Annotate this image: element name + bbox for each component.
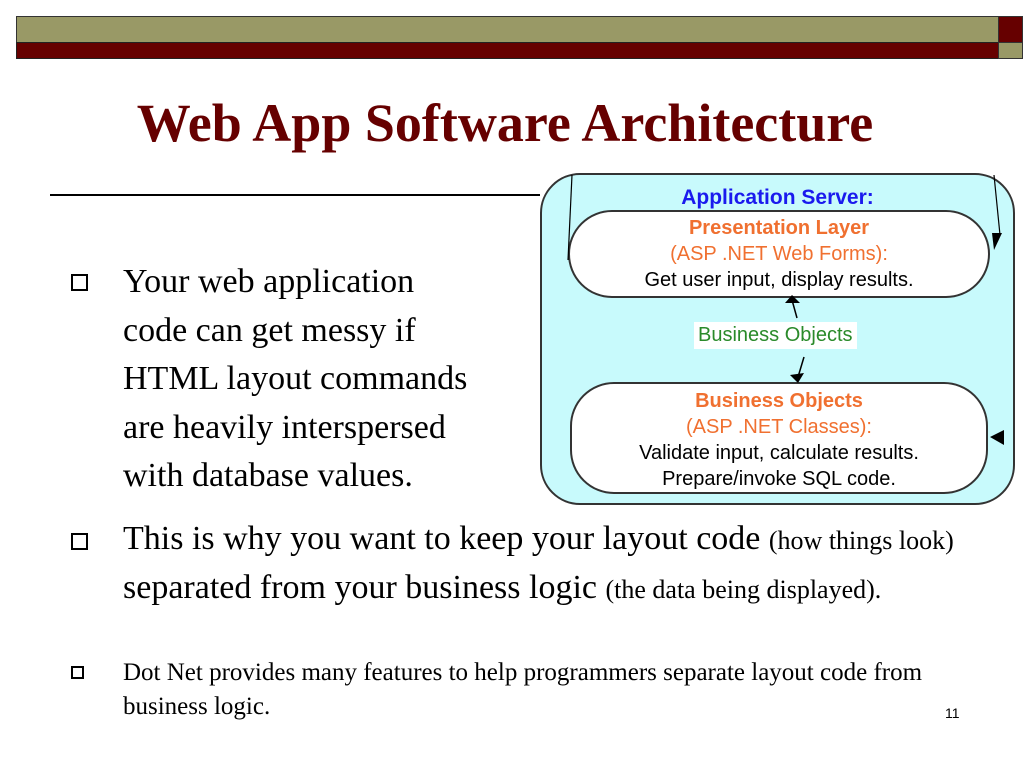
header-bar-red <box>16 42 999 59</box>
arrow-left-line-icon <box>567 175 573 261</box>
title-divider <box>50 194 540 196</box>
diagram-arrows <box>567 175 1004 445</box>
bullet-1-line: are heavily interspersed <box>123 408 446 446</box>
bullet-2-part: separated from your business logic <box>123 569 606 606</box>
bullet-1-line: code can get messy if <box>123 311 416 349</box>
slide-title: Web App Software Architecture <box>136 93 874 153</box>
arrow-up-head-icon <box>785 295 800 303</box>
header-square-red <box>998 16 1023 43</box>
arrow-right-head-icon <box>992 233 1002 250</box>
bullet-1-line: HTML layout commands <box>123 360 468 397</box>
header-square-olive <box>998 42 1023 59</box>
bullet-2-part: (how things look) <box>768 526 954 555</box>
bullet-square-icon <box>71 274 88 291</box>
bullet-1-text: Your web application code can get messy … <box>123 258 467 501</box>
bullet-square-icon <box>71 666 84 679</box>
bullet-2-text: This is why you want to keep your layout… <box>123 515 963 613</box>
header-bar-olive <box>16 16 999 43</box>
bullet-2-part: This is why you want to keep your layout… <box>123 520 769 557</box>
bullet-3-text: Dot Net provides many features to help p… <box>123 659 923 720</box>
architecture-diagram: Application Server: Presentation Layer (… <box>540 173 1015 505</box>
bullet-2-part: (the data being displayed). <box>605 575 882 604</box>
arrow-right-line-icon <box>993 175 1001 236</box>
arrow-incoming-head-icon <box>990 430 1004 445</box>
bullet-square-icon <box>71 533 88 550</box>
bullet-1-line: with database values. <box>123 457 413 494</box>
bullet-1-line: Your web application <box>123 263 415 300</box>
arrow-down-head-icon <box>790 373 804 383</box>
page-number: 11 <box>945 705 960 721</box>
